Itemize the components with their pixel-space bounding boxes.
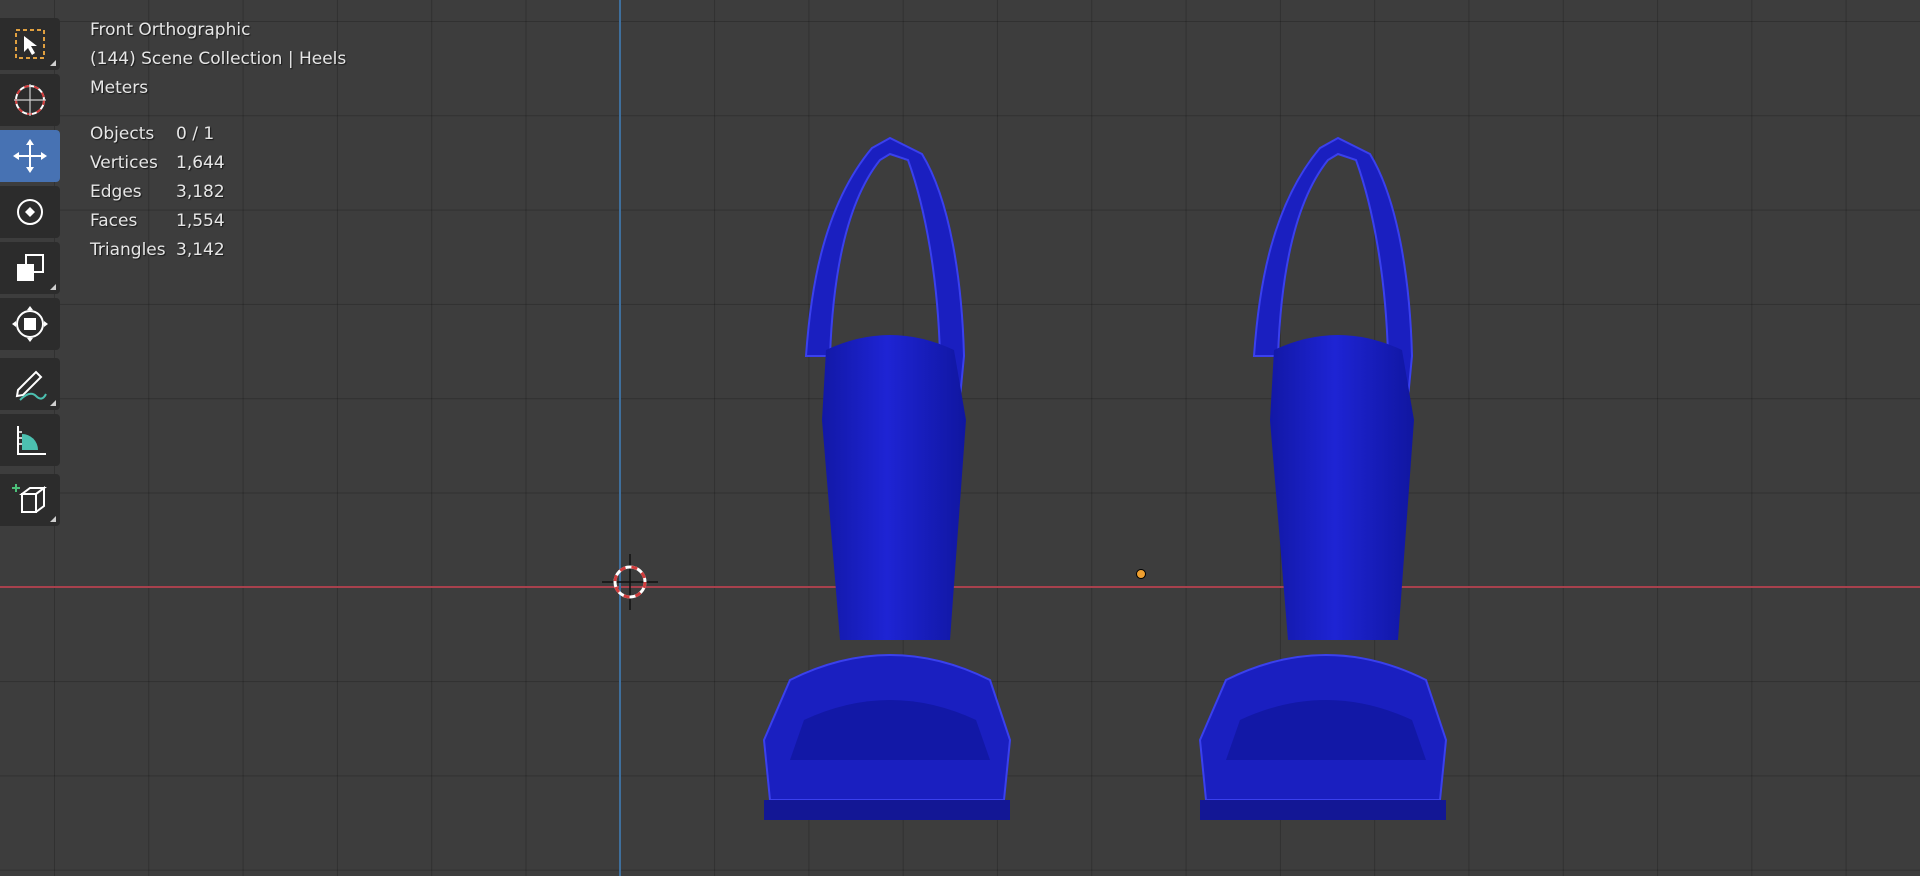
view-name-label: Front Orthographic	[90, 20, 251, 40]
stat-triangles: Triangles 3,142	[90, 236, 346, 265]
z-axis-line	[619, 0, 621, 876]
rotate-tool[interactable]	[0, 186, 60, 238]
viewport-info-overlay: Front Orthographic (144) Scene Collectio…	[90, 16, 346, 265]
add-cube-tool[interactable]	[0, 474, 60, 526]
tool-options-corner	[50, 516, 56, 522]
stat-value: 3,142	[176, 240, 225, 260]
stat-value: 1,644	[176, 153, 225, 173]
collection-label: (144) Scene Collection | Heels	[90, 49, 347, 69]
measure-icon	[17, 426, 46, 455]
cursor-icon	[14, 84, 46, 116]
stat-label: Faces	[90, 211, 138, 231]
annotate-icon	[15, 370, 47, 401]
stat-value: 1,554	[176, 211, 225, 231]
tool-options-corner	[50, 60, 56, 66]
scale-icon	[17, 254, 44, 281]
cursor-tool[interactable]	[0, 74, 60, 126]
left-heel-shoe[interactable]	[762, 136, 1012, 820]
stat-value: 3,182	[176, 182, 225, 202]
tool-options-corner	[50, 400, 56, 406]
annotate-tool[interactable]	[0, 358, 60, 410]
heels-model[interactable]	[740, 120, 1540, 850]
stat-edges: Edges 3,182	[90, 178, 346, 207]
tool-shelf	[0, 18, 62, 530]
tool-options-corner	[50, 284, 56, 290]
object-origin-dot	[1136, 569, 1146, 579]
3d-cursor-icon[interactable]	[598, 550, 662, 614]
scale-tool[interactable]	[0, 242, 60, 294]
stat-label: Vertices	[90, 153, 158, 173]
stat-label: Objects	[90, 124, 155, 144]
rotate-icon	[17, 199, 43, 225]
move-icon	[13, 139, 47, 173]
transform-icon	[12, 306, 48, 342]
stat-label: Triangles	[90, 240, 166, 260]
stat-faces: Faces 1,554	[90, 207, 346, 236]
units-label: Meters	[90, 78, 149, 98]
stat-label: Edges	[90, 182, 142, 202]
measure-tool[interactable]	[0, 414, 60, 466]
add-cube-icon	[12, 484, 47, 513]
right-heel-shoe[interactable]	[1198, 136, 1448, 820]
select-box-tool[interactable]	[0, 18, 60, 70]
transform-tool[interactable]	[0, 298, 60, 350]
stat-vertices: Vertices 1,644	[90, 149, 346, 178]
move-tool[interactable]	[0, 130, 60, 182]
stat-value: 0 / 1	[176, 124, 215, 144]
stat-objects: Objects 0 / 1	[90, 120, 346, 149]
select-box-icon	[15, 29, 45, 59]
